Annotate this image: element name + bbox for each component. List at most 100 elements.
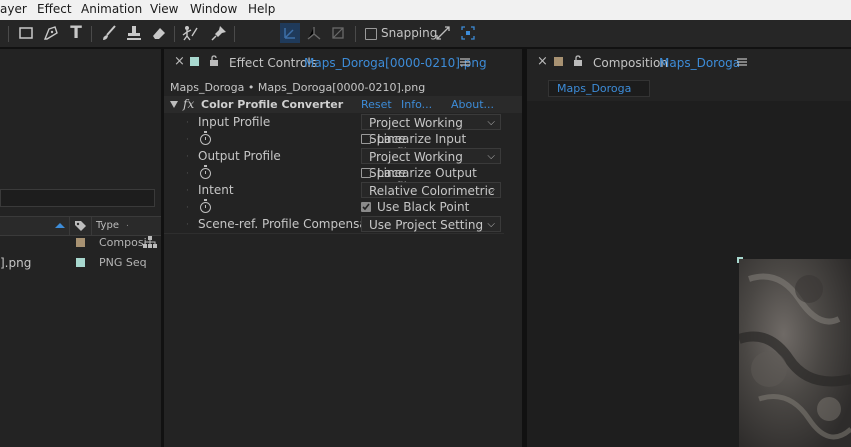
panel-menu-icon[interactable] xyxy=(460,58,470,66)
panel-menu-icon[interactable] xyxy=(737,58,747,66)
row-marker: · xyxy=(186,186,189,196)
column-divider xyxy=(69,217,70,235)
snap-edges-icon[interactable] xyxy=(433,23,453,43)
toolbar-divider xyxy=(174,26,175,42)
composition-subtab[interactable]: Maps_Doroga xyxy=(548,80,650,97)
chevron-down-icon: ⌵ xyxy=(487,219,495,230)
menu-view[interactable]: View xyxy=(150,2,178,16)
panel-gutter[interactable] xyxy=(161,49,164,447)
close-tab-icon[interactable]: × xyxy=(174,54,185,69)
close-tab-icon[interactable]: × xyxy=(537,54,548,69)
panel-gutter[interactable] xyxy=(522,49,527,447)
composition-subtab-label: Maps_Doroga xyxy=(557,82,632,95)
stopwatch-icon[interactable] xyxy=(200,199,211,213)
fx-toggle-icon[interactable]: fx xyxy=(183,97,194,111)
label-tag-icon[interactable] xyxy=(74,220,87,232)
composition-name[interactable]: Maps_Doroga xyxy=(659,56,740,70)
intent-value: Relative Colorimetric xyxy=(369,184,495,198)
project-search-input[interactable] xyxy=(0,189,155,207)
row-marker: · xyxy=(186,169,189,179)
checkmark-icon xyxy=(362,203,370,211)
toolbar-divider xyxy=(355,26,356,42)
row-marker: · xyxy=(186,135,189,145)
type-tool-icon[interactable]: T xyxy=(66,23,86,43)
scene-ref-dropdown[interactable]: Use Project Setting ⌵ xyxy=(361,216,501,232)
chevron-down-icon: ⌵ xyxy=(487,185,495,196)
linearize-output-checkbox[interactable] xyxy=(361,168,371,178)
snapping-checkbox[interactable] xyxy=(365,28,377,40)
project-item-row[interactable]: Composi xyxy=(0,234,161,252)
local-axis-mode-icon[interactable] xyxy=(280,23,300,43)
toolbar-divider xyxy=(234,26,235,42)
chevron-down-icon: ⌵ xyxy=(487,117,495,128)
project-item-name: ].png xyxy=(0,256,32,270)
snapping-label: Snapping xyxy=(381,26,438,40)
input-profile-label: Input Profile xyxy=(198,115,271,129)
project-panel: Type . Composi ].png PNG Seq xyxy=(0,49,161,447)
lock-icon[interactable] xyxy=(209,55,219,67)
output-profile-dropdown[interactable]: Project Working Space ⌵ xyxy=(361,148,501,180)
row-marker: · xyxy=(186,118,189,128)
project-item-type: Composi xyxy=(99,236,147,249)
intent-dropdown[interactable]: Relative Colorimetric ⌵ xyxy=(361,182,501,198)
stopwatch-icon[interactable] xyxy=(200,165,211,179)
effect-controls-tab[interactable]: × Effect Controls Maps_Doroga[0000-0210]… xyxy=(164,49,522,75)
label-color-swatch[interactable] xyxy=(76,238,85,247)
view-axis-mode-icon[interactable] xyxy=(328,23,348,43)
effect-properties: · Input Profile Project Working Space ⌵ … xyxy=(164,114,504,233)
input-profile-dropdown[interactable]: Project Working Space ⌵ xyxy=(361,114,501,146)
toolbar-divider xyxy=(8,26,9,42)
row-marker: · xyxy=(186,152,189,162)
lock-icon[interactable] xyxy=(573,55,583,67)
type-column-header[interactable]: Type xyxy=(96,220,119,231)
composition-title: Composition xyxy=(593,56,668,70)
composition-tab[interactable]: × Composition Maps_Doroga xyxy=(527,49,851,75)
overflow-icon[interactable] xyxy=(0,23,4,43)
effect-controls-panel: × Effect Controls Maps_Doroga[0000-0210]… xyxy=(164,49,522,447)
about-link[interactable]: About... xyxy=(451,98,494,111)
effect-breadcrumb: Maps_Doroga • Maps_Doroga[0000-0210].png xyxy=(170,81,426,94)
reset-link[interactable]: Reset xyxy=(361,98,392,111)
brush-tool-icon[interactable] xyxy=(99,23,119,43)
label-color-swatch[interactable] xyxy=(76,258,85,267)
roto-brush-tool-icon[interactable] xyxy=(180,23,200,43)
column-resize-dot: . xyxy=(126,219,129,229)
snap-features-icon[interactable] xyxy=(458,23,478,43)
output-profile-label: Output Profile xyxy=(198,149,281,163)
puppet-pin-tool-icon[interactable] xyxy=(209,23,229,43)
sort-ascending-icon[interactable] xyxy=(54,222,66,229)
expand-triangle-icon[interactable] xyxy=(170,101,178,108)
menu-window[interactable]: Window xyxy=(190,2,237,16)
comp-color-swatch xyxy=(554,57,563,66)
project-column-header: Type . xyxy=(0,216,161,236)
clone-stamp-tool-icon[interactable] xyxy=(124,23,144,43)
info-link[interactable]: Info... xyxy=(401,98,432,111)
divider xyxy=(164,233,504,234)
effect-name: Color Profile Converter xyxy=(201,98,344,111)
world-axis-mode-icon[interactable] xyxy=(304,23,324,43)
rectangle-tool-icon[interactable] xyxy=(16,23,36,43)
toolbar: T Snapping xyxy=(0,20,851,47)
eraser-tool-icon[interactable] xyxy=(149,23,169,43)
composition-panel: × Composition Maps_Doroga Maps_Doroga xyxy=(527,49,851,447)
row-marker: · xyxy=(186,203,189,213)
layer-color-swatch xyxy=(190,57,199,66)
project-item-type: PNG Seq xyxy=(99,256,147,269)
composition-flowchart-icon[interactable] xyxy=(143,236,157,249)
toolbar-divider xyxy=(91,26,92,42)
map-footage-image xyxy=(739,259,851,447)
menu-layer[interactable]: ayer xyxy=(0,2,27,16)
column-divider xyxy=(91,217,92,235)
pen-tool-icon[interactable] xyxy=(41,23,61,43)
menu-animation[interactable]: Animation xyxy=(81,2,142,16)
black-point-checkbox[interactable] xyxy=(361,202,371,212)
project-item-row[interactable]: ].png PNG Seq xyxy=(0,254,161,272)
linearize-input-checkbox[interactable] xyxy=(361,134,371,144)
chevron-down-icon: ⌵ xyxy=(487,151,495,162)
effect-header-row[interactable]: fx Color Profile Converter Reset Info...… xyxy=(164,96,522,113)
composition-viewer[interactable] xyxy=(527,101,851,447)
menu-bar: ayer Effect Animation View Window Help xyxy=(0,0,851,20)
stopwatch-icon[interactable] xyxy=(200,131,211,145)
menu-effect[interactable]: Effect xyxy=(37,2,72,16)
menu-help[interactable]: Help xyxy=(248,2,275,16)
